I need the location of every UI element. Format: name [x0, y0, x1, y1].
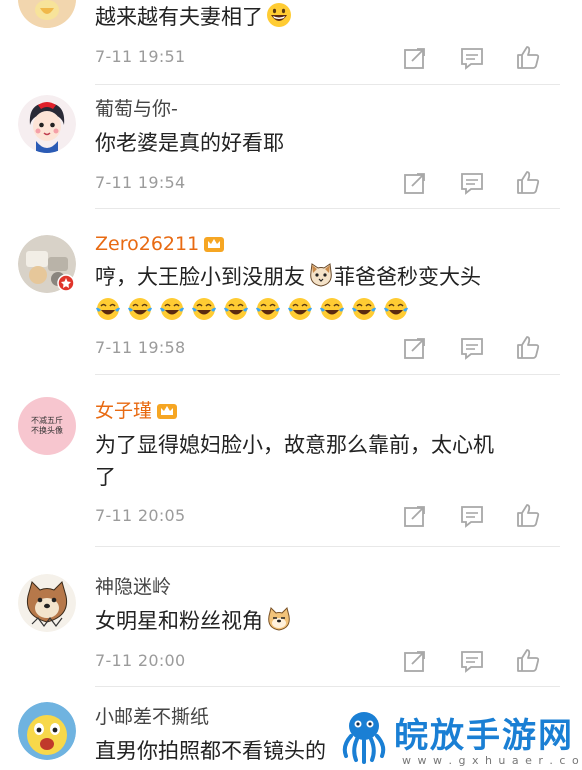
tears-of-joy-emoji-icon	[128, 298, 152, 320]
watermark-url: w w w . g x h u a e r . c o m	[402, 754, 582, 767]
comment-time: 7-11 19:51	[95, 47, 186, 66]
tears-of-joy-emoji-icon	[96, 298, 120, 320]
like-thumb-icon[interactable]	[515, 44, 541, 70]
tears-of-joy-emoji-icon	[384, 298, 408, 320]
crown-badge-icon	[204, 237, 225, 252]
username[interactable]: 女子瑾	[95, 400, 178, 422]
like-thumb-icon[interactable]	[515, 334, 541, 360]
share-icon[interactable]	[402, 170, 428, 196]
tears-of-joy-emoji-icon	[160, 298, 184, 320]
username[interactable]: Zero26211	[95, 233, 225, 255]
tears-of-joy-emoji-icon	[224, 298, 248, 320]
comment-icon[interactable]	[459, 170, 485, 196]
comment-icon[interactable]	[459, 45, 485, 71]
comment-icon[interactable]	[459, 503, 485, 529]
comment-text: 越来越有夫妻相了	[95, 2, 292, 32]
comment-time: 7-11 20:00	[95, 651, 186, 670]
emoji-row	[95, 296, 415, 326]
like-thumb-icon[interactable]	[515, 647, 541, 673]
divider	[95, 686, 560, 687]
watermark-title: 皖放手游网	[394, 716, 574, 756]
username[interactable]: 小邮差不撕纸	[95, 706, 209, 728]
octopus-logo-icon	[333, 704, 395, 766]
comment-text-line2: 了	[95, 465, 116, 489]
comment-text: 你老婆是真的好看耶	[95, 131, 284, 155]
comment-icon[interactable]	[459, 648, 485, 674]
share-icon[interactable]	[402, 648, 428, 674]
avatar-caption: 不换头像	[31, 426, 63, 435]
tears-of-joy-emoji-icon	[256, 298, 280, 320]
username[interactable]: 葡萄与你-	[95, 98, 178, 120]
divider	[95, 84, 560, 85]
avatar[interactable]	[18, 574, 76, 632]
doge-emoji-icon	[268, 607, 290, 631]
avatar[interactable]	[18, 0, 76, 28]
comment-time: 7-11 19:58	[95, 338, 186, 357]
tears-of-joy-emoji-icon	[352, 298, 376, 320]
vip-badge-red-icon	[57, 274, 75, 292]
avatar[interactable]: 不减五斤 不换头像	[18, 397, 76, 455]
avatar-caption: 不减五斤	[31, 416, 63, 425]
share-icon[interactable]	[402, 335, 428, 361]
share-icon[interactable]	[402, 503, 428, 529]
comment-text: 女明星和粉丝视角	[95, 606, 292, 636]
tears-of-joy-emoji-icon	[320, 298, 344, 320]
divider	[95, 374, 560, 375]
comment-time: 7-11 19:54	[95, 173, 186, 192]
tears-of-joy-emoji-icon	[192, 298, 216, 320]
cat-face-emoji-icon	[310, 263, 332, 287]
comment-text: 为了显得媳妇脸小，故意那么靠前，太心机	[95, 433, 494, 457]
comment-text: 哼，大王脸小到没朋友 菲爸爸秒变大头	[95, 262, 481, 292]
crown-badge-icon	[157, 404, 178, 419]
tears-of-joy-emoji-icon	[288, 298, 312, 320]
comment-text: 直男你拍照都不看镜头的	[95, 739, 326, 763]
like-thumb-icon[interactable]	[515, 169, 541, 195]
like-thumb-icon[interactable]	[515, 502, 541, 528]
comment-time: 7-11 20:05	[95, 506, 186, 525]
divider	[95, 208, 560, 209]
avatar[interactable]	[18, 702, 76, 760]
watermark: 皖放手游网 w w w . g x h u a e r . c o m	[332, 700, 582, 770]
divider	[95, 546, 560, 547]
avatar[interactable]	[18, 95, 76, 153]
share-icon[interactable]	[402, 45, 428, 71]
grinning-emoji-icon	[267, 3, 291, 27]
username[interactable]: 神隐迷岭	[95, 576, 171, 598]
comment-icon[interactable]	[459, 335, 485, 361]
